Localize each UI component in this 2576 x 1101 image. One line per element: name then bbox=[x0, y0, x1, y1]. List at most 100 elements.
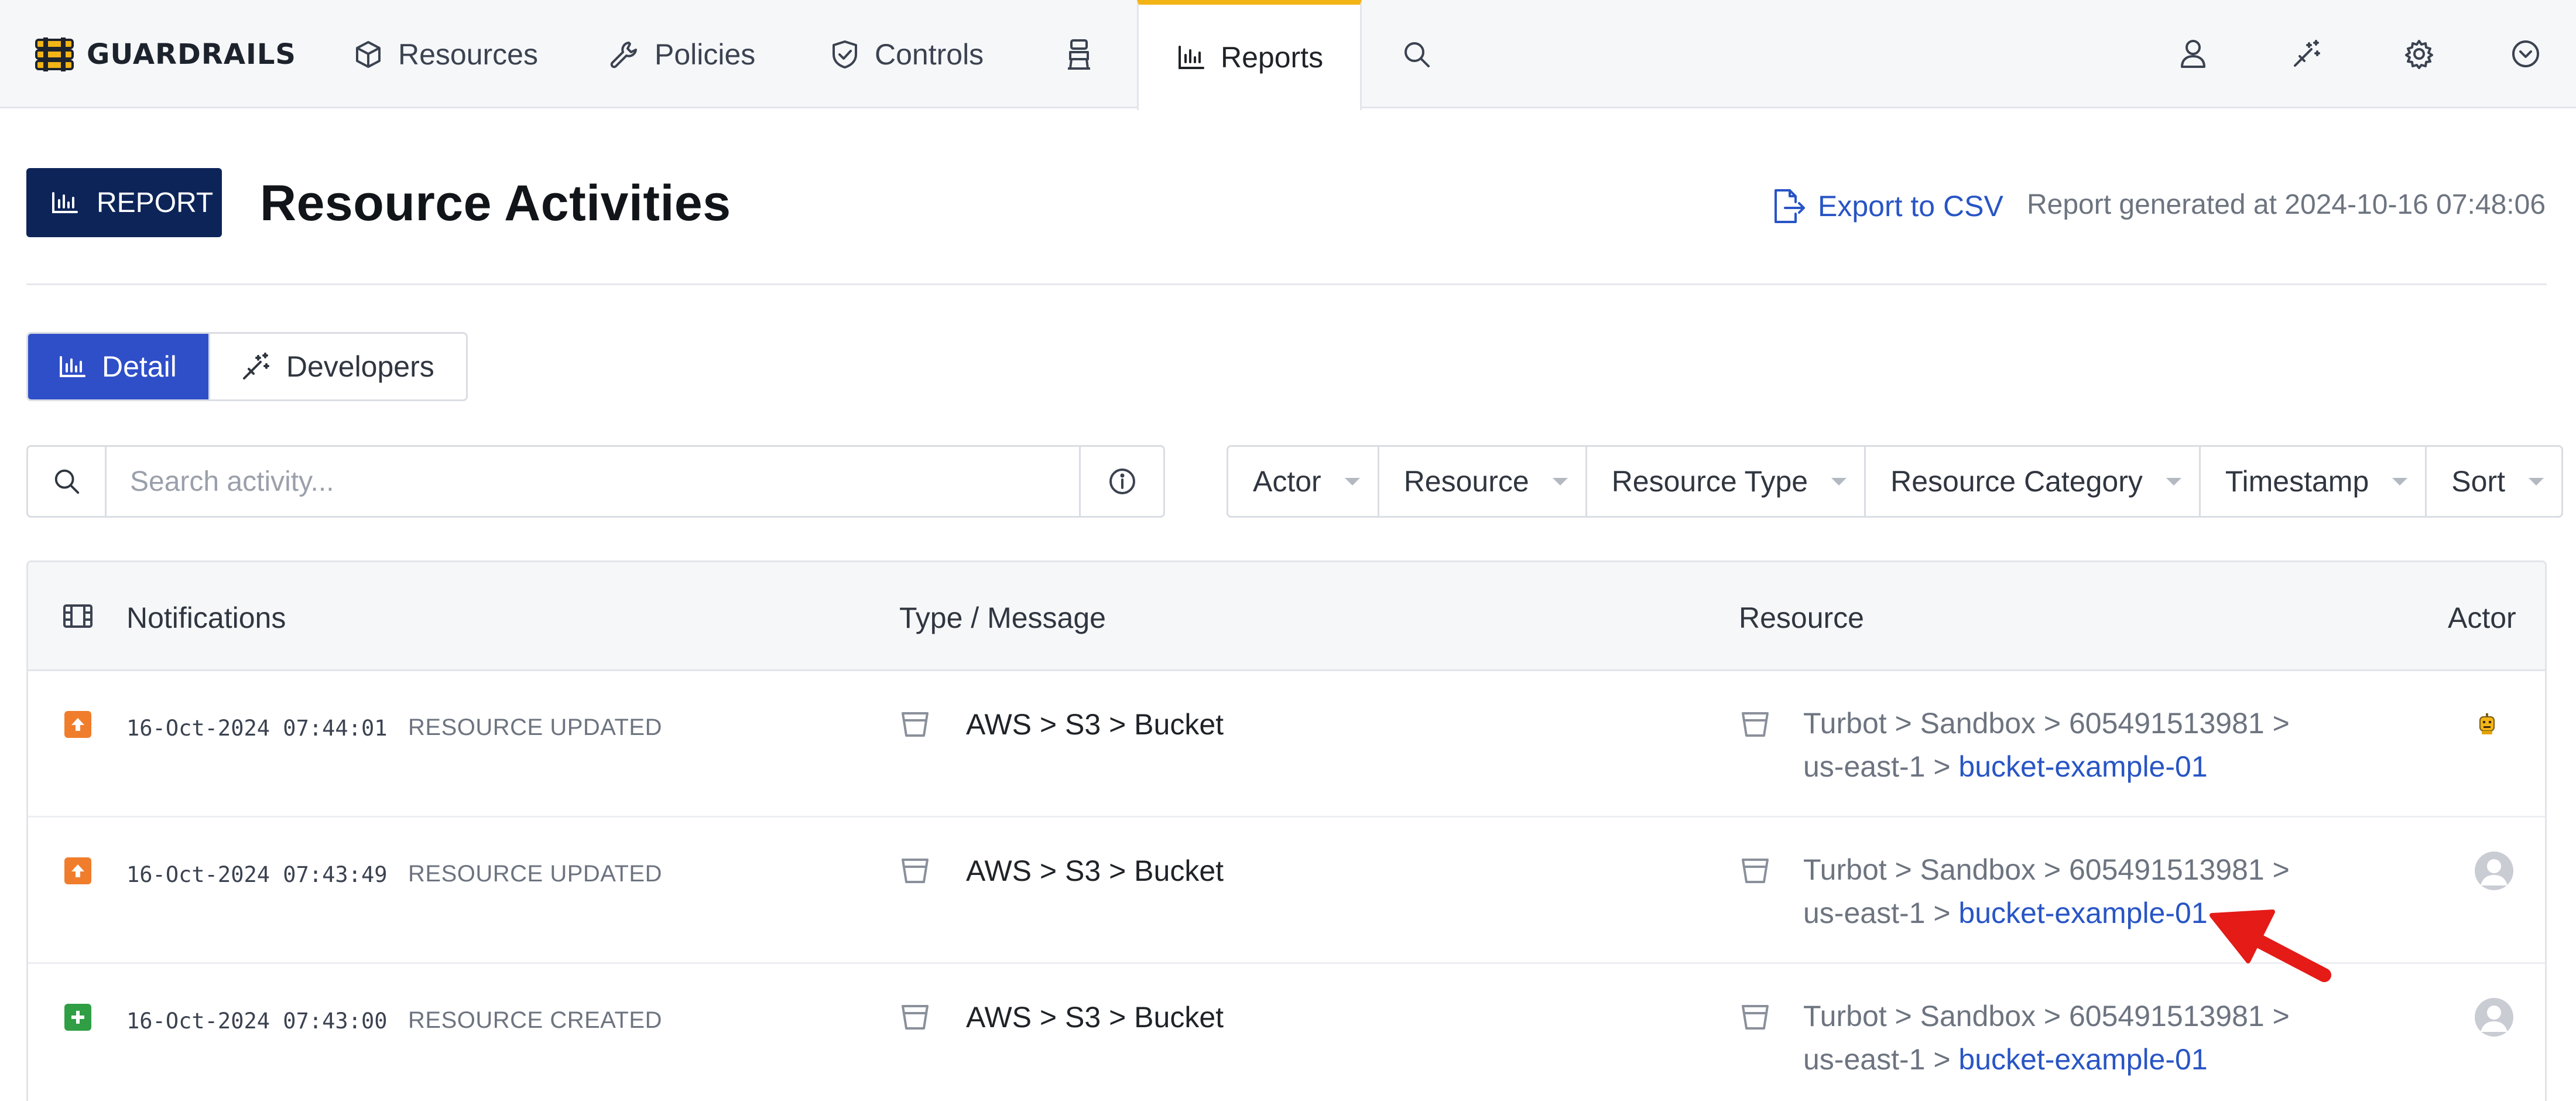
cube-icon bbox=[354, 40, 383, 69]
search-icon bbox=[52, 467, 81, 496]
table-row[interactable]: 16-Oct-2024 07:44:01 RESOURCE UPDATED AW… bbox=[28, 671, 2545, 818]
top-nav: GUARDRAILS Resources Policies Controls R… bbox=[0, 0, 2576, 110]
nav-agent[interactable] bbox=[1066, 0, 1108, 108]
row-type: AWS > S3 > Bucket bbox=[966, 1001, 1224, 1034]
resource-path: Turbot > Sandbox > 605491513981 > us-eas… bbox=[1803, 994, 2330, 1081]
info-icon bbox=[1108, 467, 1137, 496]
gear-icon[interactable] bbox=[2402, 36, 2437, 71]
resource-link[interactable]: bucket-example-01 bbox=[1958, 897, 2207, 929]
row-event: RESOURCE CREATED bbox=[408, 1007, 662, 1033]
caret-down-icon bbox=[1552, 477, 1568, 485]
view-toggle: Detail Developers bbox=[26, 332, 468, 401]
tab-detail[interactable]: Detail bbox=[28, 334, 208, 399]
col-type-message[interactable]: Type / Message bbox=[899, 601, 1106, 635]
resource-path-prefix: us-east-1 > bbox=[1803, 1043, 1959, 1076]
caret-down-icon bbox=[2392, 477, 2408, 485]
filter-label: Timestamp bbox=[2225, 465, 2369, 498]
filter-timestamp[interactable]: Timestamp bbox=[2198, 447, 2425, 516]
bucket-icon bbox=[1741, 711, 1770, 738]
resource-link[interactable]: bucket-example-01 bbox=[1958, 1043, 2207, 1076]
export-csv-link[interactable]: Export to CSV bbox=[1771, 186, 2003, 227]
tab-developers-label: Developers bbox=[286, 350, 434, 383]
table-row[interactable]: 16-Oct-2024 07:43:49 RESOURCE UPDATED AW… bbox=[28, 818, 2545, 964]
report-generated-timestamp: Report generated at 2024-10-16 07:48:06 bbox=[2027, 189, 2546, 220]
search-icon bbox=[1402, 39, 1432, 70]
guardrails-logo-icon bbox=[34, 36, 75, 73]
resource-path: Turbot > Sandbox > 605491513981 > us-eas… bbox=[1803, 702, 2330, 788]
search-button[interactable] bbox=[28, 447, 107, 516]
row-type: AWS > S3 > Bucket bbox=[966, 854, 1224, 887]
nav-controls-label: Controls bbox=[875, 37, 984, 71]
nav-policies[interactable]: Policies bbox=[609, 0, 755, 108]
table-header: Notifications Type / Message Resource Ac… bbox=[28, 562, 2545, 671]
resource-path-line: Turbot > Sandbox > 605491513981 > bbox=[1803, 853, 2290, 886]
resource-updated-icon bbox=[64, 711, 91, 738]
app-name: GUARDRAILS bbox=[87, 38, 296, 71]
shield-check-icon bbox=[830, 39, 859, 70]
bot-avatar[interactable] bbox=[2474, 711, 2500, 738]
magic-wand-icon bbox=[241, 351, 271, 382]
filter-label: Sort bbox=[2451, 465, 2505, 498]
caret-down-icon bbox=[2166, 477, 2181, 485]
page-title: Resource Activities bbox=[260, 175, 731, 231]
col-resource[interactable]: Resource bbox=[1739, 601, 1864, 635]
resource-path-prefix: us-east-1 > bbox=[1803, 897, 1959, 929]
col-actor[interactable]: Actor bbox=[2448, 601, 2516, 635]
nav-resources[interactable]: Resources bbox=[354, 0, 538, 108]
chevron-down-circle-icon[interactable] bbox=[2508, 36, 2543, 71]
filter-bar: Actor Resource Resource Type Resource Ca… bbox=[1227, 445, 2563, 518]
report-badge-label: REPORT bbox=[97, 187, 214, 218]
bucket-icon bbox=[1741, 1004, 1770, 1031]
tab-detail-label: Detail bbox=[102, 350, 177, 383]
row-timestamp: 16-Oct-2024 07:43:49 bbox=[126, 862, 388, 887]
nav-controls[interactable]: Controls bbox=[830, 0, 984, 108]
filter-label: Actor bbox=[1253, 465, 1321, 498]
filter-label: Resource Type bbox=[1611, 465, 1808, 498]
bucket-icon bbox=[1741, 857, 1770, 884]
activity-search bbox=[26, 445, 1165, 518]
report-badge: REPORT bbox=[26, 168, 222, 237]
file-export-icon bbox=[1771, 188, 1806, 224]
bucket-icon bbox=[900, 711, 930, 738]
filter-resource[interactable]: Resource bbox=[1377, 447, 1585, 516]
tab-developers[interactable]: Developers bbox=[208, 334, 466, 399]
nav-resources-label: Resources bbox=[398, 37, 538, 71]
bar-chart-icon bbox=[1177, 45, 1205, 70]
filter-sort[interactable]: Sort bbox=[2425, 447, 2561, 516]
user-icon[interactable] bbox=[2176, 36, 2211, 71]
resource-link[interactable]: bucket-example-01 bbox=[1958, 750, 2207, 783]
magic-wand-icon[interactable] bbox=[2289, 36, 2324, 71]
filter-label: Resource bbox=[1403, 465, 1529, 498]
row-timestamp: 16-Oct-2024 07:43:00 bbox=[126, 1008, 388, 1034]
row-timestamp: 16-Oct-2024 07:44:01 bbox=[126, 716, 388, 741]
col-notifications[interactable]: Notifications bbox=[126, 601, 286, 635]
nav-reports[interactable]: Reports bbox=[1137, 0, 1362, 110]
row-event: RESOURCE UPDATED bbox=[408, 714, 662, 740]
table-row[interactable]: 16-Oct-2024 07:43:00 RESOURCE CREATED AW… bbox=[28, 964, 2545, 1101]
bar-chart-icon bbox=[59, 355, 87, 378]
nav-policies-label: Policies bbox=[655, 37, 756, 71]
bucket-icon bbox=[900, 1004, 930, 1031]
user-avatar[interactable] bbox=[2474, 850, 2515, 891]
filter-resource-category[interactable]: Resource Category bbox=[1864, 447, 2199, 516]
header-divider bbox=[26, 283, 2547, 285]
logo[interactable]: GUARDRAILS bbox=[34, 34, 296, 75]
filter-resource-type[interactable]: Resource Type bbox=[1585, 447, 1864, 516]
column-settings-icon[interactable] bbox=[62, 603, 94, 629]
bar-chart-icon bbox=[51, 191, 79, 214]
resource-path-line: Turbot > Sandbox > 605491513981 > bbox=[1803, 1000, 2290, 1032]
nav-reports-label: Reports bbox=[1221, 41, 1324, 74]
agent-icon bbox=[1066, 38, 1092, 71]
red-arrow-annotation-icon bbox=[2207, 905, 2342, 987]
resource-updated-icon bbox=[64, 857, 91, 884]
activities-table: Notifications Type / Message Resource Ac… bbox=[26, 560, 2547, 1101]
caret-down-icon bbox=[2528, 477, 2544, 485]
export-csv-label: Export to CSV bbox=[1818, 190, 2003, 223]
bucket-icon bbox=[900, 857, 930, 884]
user-avatar[interactable] bbox=[2474, 997, 2515, 1038]
nav-search[interactable] bbox=[1402, 0, 1447, 108]
filter-actor[interactable]: Actor bbox=[1228, 447, 1378, 516]
search-input[interactable] bbox=[107, 447, 1079, 516]
search-help-button[interactable] bbox=[1079, 447, 1163, 516]
resource-created-icon bbox=[64, 1004, 91, 1031]
